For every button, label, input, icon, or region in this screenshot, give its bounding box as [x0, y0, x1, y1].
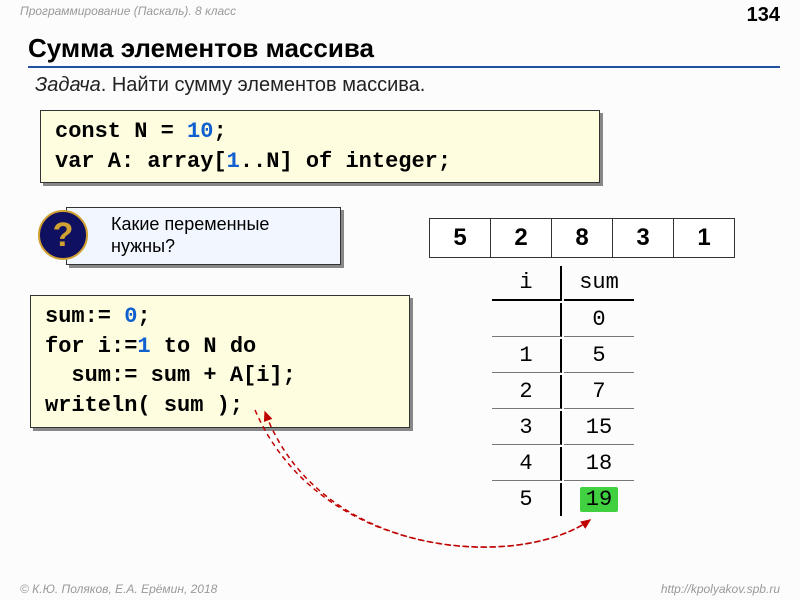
code-sum-loop: sum:= 0; for i:=1 to N do sum:= sum + A[… — [30, 295, 410, 428]
trace-head-sum: sum — [564, 266, 634, 301]
task-prefix: Задача — [35, 74, 101, 96]
question-box: Какие переменные нужны? — [66, 207, 341, 265]
code-declaration: const N = 10; var A: array[1..N] of inte… — [40, 110, 600, 183]
footer-url: http://kpolyakov.spb.ru — [661, 582, 780, 596]
final-sum-highlight: 19 — [580, 487, 618, 512]
array-cell: 3 — [612, 218, 674, 258]
page-title: Сумма элементов массива — [28, 33, 780, 68]
copyright: © К.Ю. Поляков, Е.А. Ерёмин, 2018 — [20, 582, 217, 596]
trace-table: i sum 0 15 27 315 418 5 19 — [490, 264, 636, 518]
array-cell: 5 — [429, 218, 491, 258]
task-line: Задача. Найти сумму элементов массива. — [35, 74, 800, 97]
array-cell: 2 — [490, 218, 552, 258]
trace-head-i: i — [492, 266, 562, 301]
array-cell: 8 — [551, 218, 613, 258]
array-cell: 1 — [673, 218, 735, 258]
slide-header: Программирование (Паскаль). 8 класс 134 — [0, 0, 800, 27]
page-number: 134 — [747, 4, 780, 27]
question-icon: ? — [38, 210, 88, 260]
course-label: Программирование (Паскаль). 8 класс — [20, 4, 236, 27]
slide-footer: © К.Ю. Поляков, Е.А. Ерёмин, 2018 http:/… — [0, 582, 800, 596]
array-values: 5 2 8 3 1 — [430, 218, 735, 258]
task-text: . Найти сумму элементов массива. — [101, 74, 426, 96]
